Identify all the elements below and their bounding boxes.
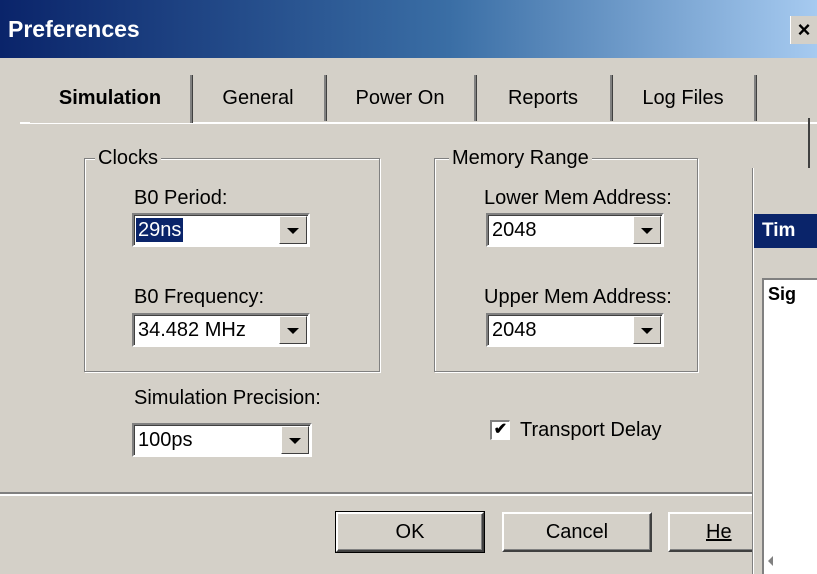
tab-log-files[interactable]: Log Files [612,75,756,121]
help-button-label: He [706,521,732,543]
overlapping-window-list[interactable]: Sig [762,278,817,574]
b0-frequency-label: B0 Frequency: [134,286,265,308]
memory-range-legend: Memory Range [449,146,592,170]
cancel-button[interactable]: Cancel [502,512,652,552]
b0-frequency-combo[interactable]: 34.482 MHz [132,313,310,347]
simulation-precision-label: Simulation Precision: [134,387,321,409]
b0-frequency-value: 34.482 MHz [138,319,246,341]
tab-power-on[interactable]: Power On [326,75,476,121]
overlapping-window-list-header: Sig [768,284,797,304]
transport-delay-checkbox[interactable]: ✔ [490,420,510,440]
lower-mem-address-value: 2048 [492,219,537,241]
transport-delay-label[interactable]: Transport Delay [520,418,662,442]
simulation-precision-dropdown-button[interactable] [281,426,309,454]
chevron-down-icon [641,328,653,334]
tab-panel-right-edge [808,118,810,168]
title-bar: Preferences [0,0,817,58]
button-separator [0,492,817,496]
b0-period-combo[interactable]: 29ns [132,213,310,247]
b0-frequency-dropdown-button[interactable] [279,316,307,344]
overlapping-window[interactable]: Tim Sig [753,168,817,574]
chevron-down-icon [289,438,301,444]
ok-button[interactable]: OK [335,511,485,553]
simulation-precision-value: 100ps [138,429,193,451]
b0-period-label: B0 Period: [134,187,228,209]
close-button[interactable]: × [790,16,817,44]
b0-period-value: 29ns [136,218,184,242]
tab-reports[interactable]: Reports [476,75,612,121]
chevron-down-icon [641,228,653,234]
upper-mem-address-dropdown-button[interactable] [633,316,661,344]
simulation-precision-combo[interactable]: 100ps [132,423,312,457]
tab-simulation[interactable]: Simulation [30,75,192,123]
clocks-legend: Clocks [95,146,162,170]
lower-mem-address-combo[interactable]: 2048 [486,213,664,247]
tab-general[interactable]: General [192,75,326,121]
b0-period-dropdown-button[interactable] [279,216,307,244]
chevron-down-icon [287,228,299,234]
window-title: Preferences [8,16,140,42]
scroll-left-arrow-icon[interactable] [768,556,773,566]
close-icon: × [797,17,811,42]
lower-mem-address-dropdown-button[interactable] [633,216,661,244]
overlapping-window-title[interactable]: Tim [754,214,817,248]
chevron-down-icon [287,328,299,334]
upper-mem-address-value: 2048 [492,319,537,341]
upper-mem-address-combo[interactable]: 2048 [486,313,664,347]
upper-mem-address-label: Upper Mem Address: [484,286,672,308]
lower-mem-address-label: Lower Mem Address: [484,187,672,209]
checkmark-icon: ✔ [493,421,508,438]
